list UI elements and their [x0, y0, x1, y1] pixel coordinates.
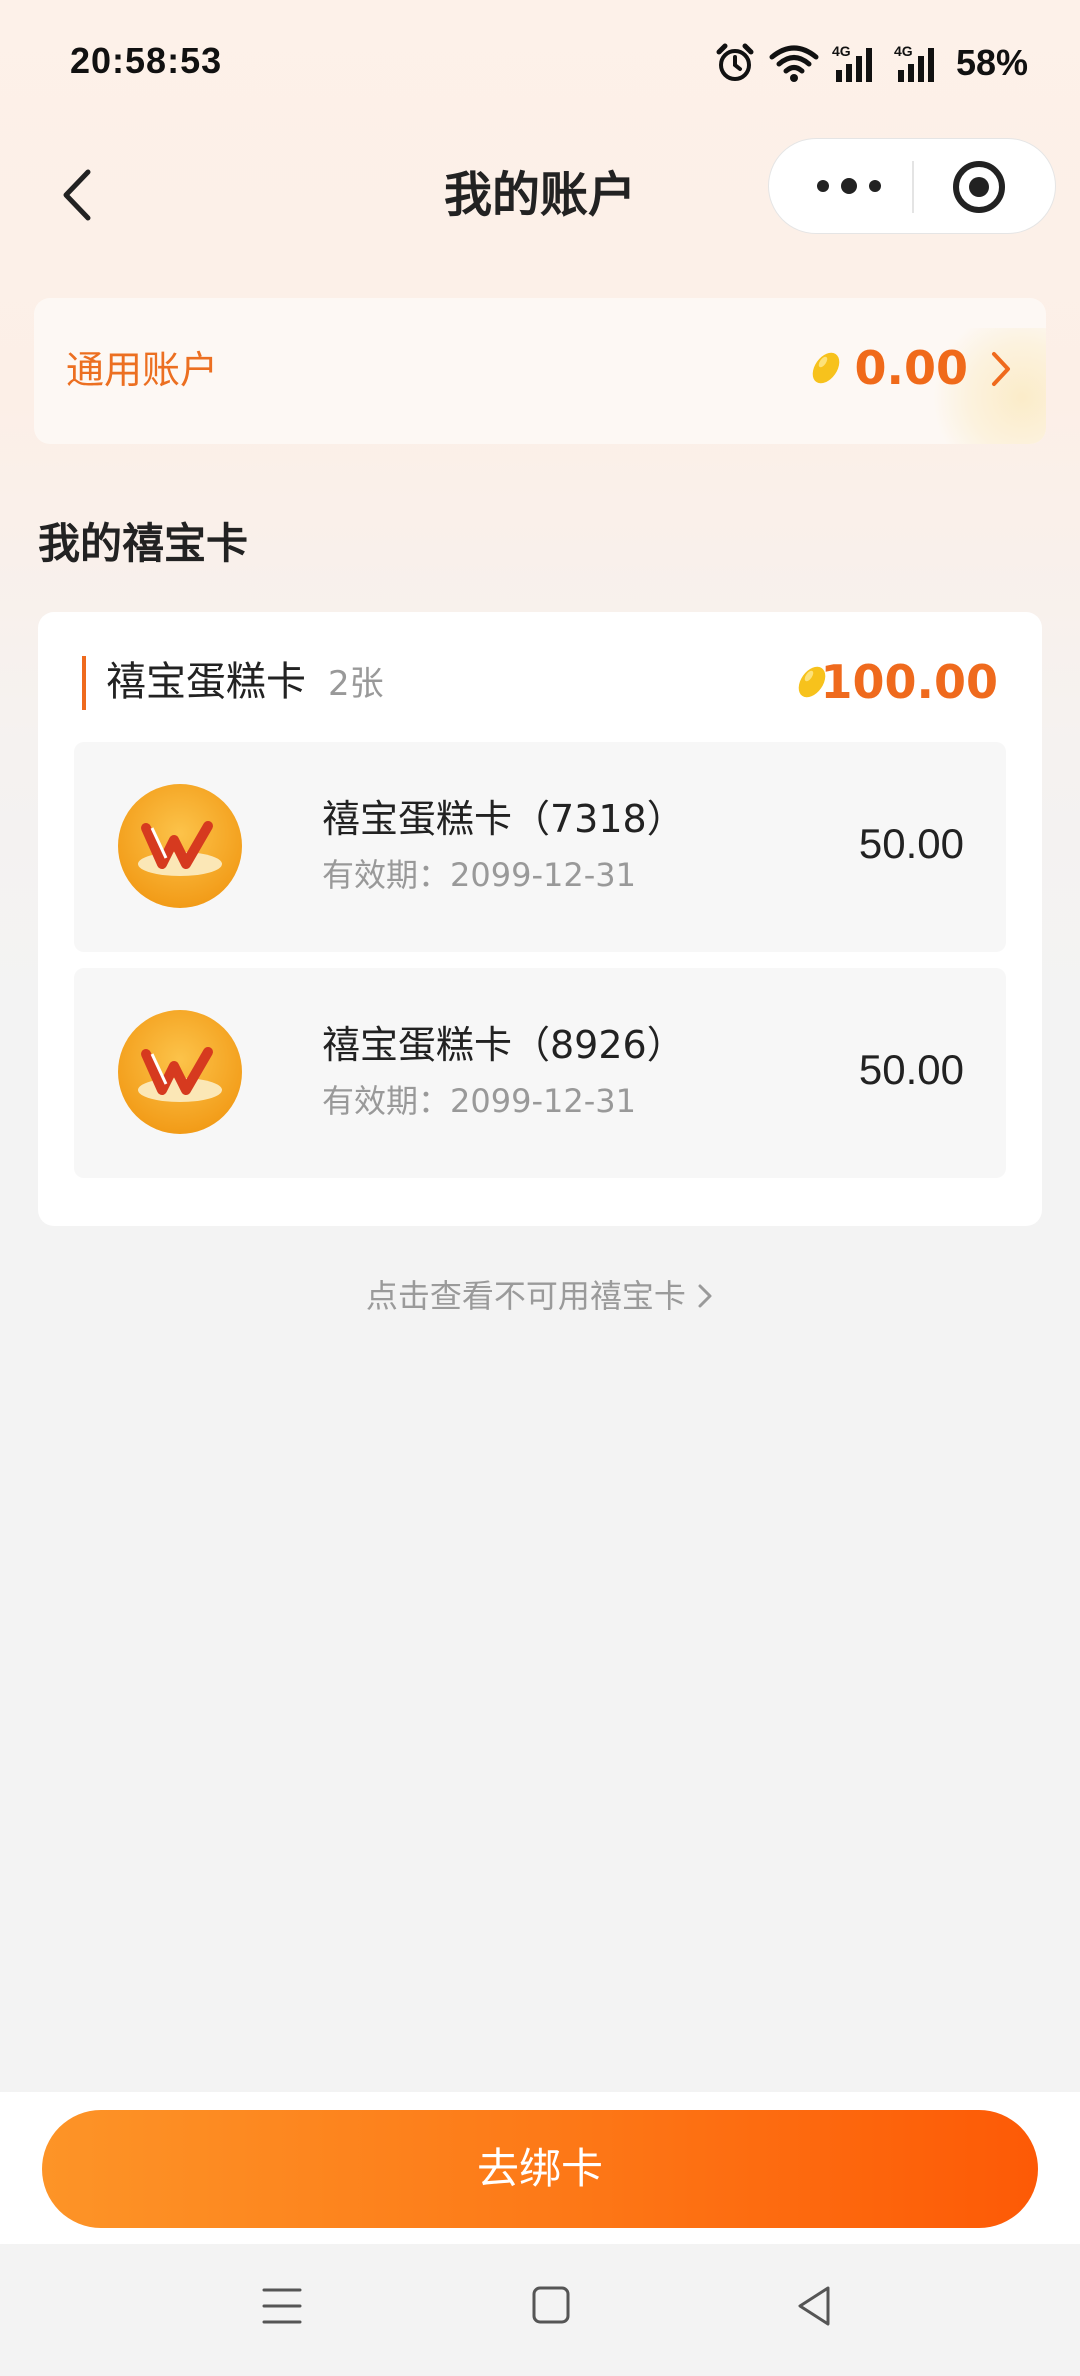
brand-logo-icon [116, 1008, 244, 1136]
card-group-panel: 禧宝蛋糕卡 2张 100.00 禧宝蛋糕卡（7318） 有效期：2099-12-… [38, 612, 1042, 1226]
card-item[interactable]: 禧宝蛋糕卡（7318） 有效期：2099-12-31 50.00 [74, 742, 1006, 952]
mini-program-capsule [768, 138, 1056, 234]
chevron-right-icon [696, 1277, 714, 1315]
nav-header: 我的账户 [0, 130, 1080, 260]
general-account-label: 通用账户 [66, 348, 219, 392]
svg-text:4G: 4G [832, 43, 851, 59]
accent-bar [82, 656, 86, 710]
card-group-total: 100.00 [820, 655, 998, 709]
bind-card-button[interactable]: 去绑卡 [42, 2110, 1038, 2228]
status-time: 20:58:53 [70, 40, 223, 81]
card-group-count: 2张 [328, 664, 384, 704]
capsule-divider [912, 161, 914, 213]
battery-level: 58% [955, 42, 1028, 83]
menu-icon[interactable] [260, 2284, 304, 2328]
card-group-name: 禧宝蛋糕卡 [106, 659, 306, 705]
card-expiry: 有效期：2099-12-31 [322, 856, 636, 894]
view-unusable-cards-link[interactable]: 点击查看不可用禧宝卡 [0, 1268, 1080, 1324]
home-icon[interactable] [530, 2284, 572, 2326]
card-amount: 50.00 [858, 820, 964, 867]
signal-4g-icon-2: 4G [894, 42, 944, 84]
section-title: 我的禧宝卡 [38, 519, 249, 568]
back-triangle-icon[interactable] [794, 2284, 834, 2328]
brand-logo-icon [116, 782, 244, 910]
card-name: 禧宝蛋糕卡（8926） [322, 1023, 685, 1067]
bean-icon [806, 348, 846, 388]
chevron-right-icon [986, 346, 1016, 392]
more-dots-icon[interactable] [799, 161, 899, 211]
bottom-action-bar: 去绑卡 [0, 2092, 1080, 2244]
card-amount: 50.00 [858, 1046, 964, 1093]
wifi-icon [768, 43, 820, 83]
status-bar: 20:58:53 4G 4G 58% [0, 0, 1080, 130]
card-expiry: 有效期：2099-12-31 [322, 1082, 636, 1120]
svg-text:4G: 4G [894, 43, 913, 59]
signal-4g-icon: 4G [832, 42, 882, 84]
card-name: 禧宝蛋糕卡（7318） [322, 797, 685, 841]
general-account-card[interactable]: 通用账户 0.00 [34, 298, 1046, 444]
general-account-amount: 0.00 [854, 341, 969, 395]
card-group-header: 禧宝蛋糕卡 2张 100.00 [38, 652, 1042, 712]
system-nav-bar [0, 2244, 1080, 2376]
alarm-icon [714, 42, 756, 84]
view-unusable-label: 点击查看不可用禧宝卡 [365, 1277, 686, 1315]
target-icon[interactable] [949, 157, 1009, 217]
card-item[interactable]: 禧宝蛋糕卡（8926） 有效期：2099-12-31 50.00 [74, 968, 1006, 1178]
status-icons: 4G 4G 58% [714, 38, 1028, 88]
